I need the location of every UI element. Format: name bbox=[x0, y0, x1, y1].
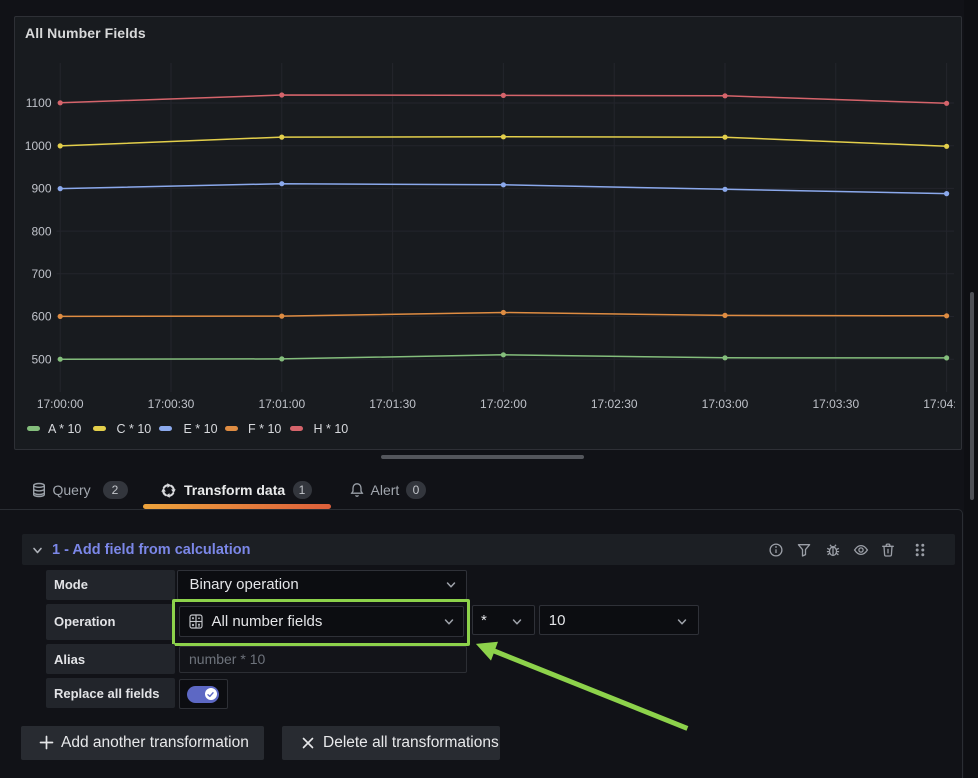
svg-text:17:00:00: 17:00:00 bbox=[37, 397, 84, 411]
svg-text:17:01:30: 17:01:30 bbox=[369, 397, 416, 411]
svg-text:17:02:30: 17:02:30 bbox=[591, 397, 638, 411]
svg-text:700: 700 bbox=[31, 267, 51, 281]
svg-text:900: 900 bbox=[31, 182, 51, 196]
svg-text:17:00:30: 17:00:30 bbox=[148, 397, 195, 411]
svg-text:17:02:00: 17:02:00 bbox=[480, 397, 527, 411]
svg-text:17:03:00: 17:03:00 bbox=[702, 397, 749, 411]
svg-text:17:03:30: 17:03:30 bbox=[812, 397, 859, 411]
svg-text:500: 500 bbox=[31, 352, 51, 366]
svg-text:17:01:00: 17:01:00 bbox=[258, 397, 305, 411]
svg-text:600: 600 bbox=[31, 310, 51, 324]
svg-text:1000: 1000 bbox=[25, 139, 52, 153]
svg-text:800: 800 bbox=[31, 224, 51, 238]
svg-text:1100: 1100 bbox=[26, 96, 52, 110]
